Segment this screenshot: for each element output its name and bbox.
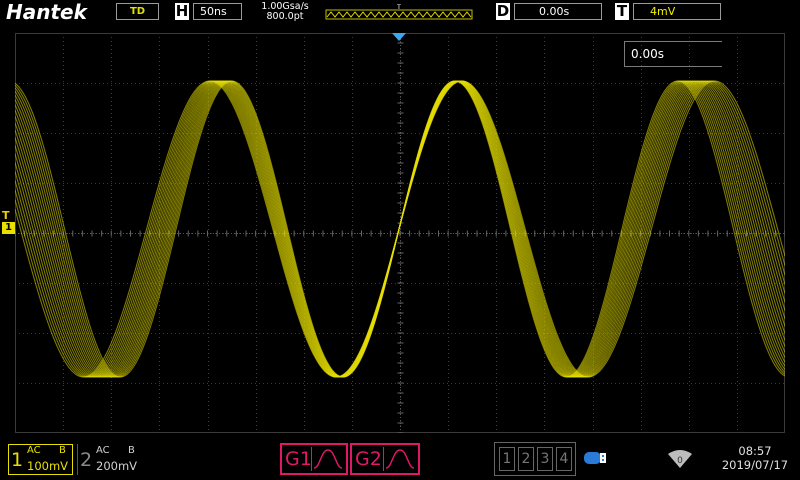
ch1-bandwidth-limit: B [59,445,66,456]
generator-1-button[interactable]: G1 [280,443,348,475]
wifi-count: 0 [677,456,683,466]
delay-key: D [496,2,510,20]
ch2-bandwidth-limit: B [128,445,135,456]
ch1-volts-div: 100mV [27,459,69,473]
generator-1-label: G1 [285,448,312,470]
horizontal-key: H [175,2,189,20]
clock-time: 08:57 [738,444,772,458]
ch1-coupling: AC [27,445,41,456]
channel-2-button[interactable]: 2 [518,447,534,471]
waveform-display[interactable] [15,33,785,433]
trigger-level-value[interactable]: 4mV [633,3,721,20]
ch2-coupling: AC [96,445,110,456]
generator-2-button[interactable]: G2 [350,443,420,475]
ch2-number: 2 [80,449,93,471]
timebase-value[interactable]: 50ns [193,3,242,20]
trigger-position-marker: T [396,4,401,11]
acquisition-info: 1.00Gsa/s 800.0pt [254,2,316,22]
trigger-level-marker[interactable]: T 1 [2,209,15,234]
ch1-number: 1 [11,449,24,471]
wifi-icon: 0 [668,450,692,468]
memory-position-bar[interactable]: T [322,4,474,20]
usb-icon [584,452,606,464]
ch1-offset-label: 1 [5,222,12,233]
delay-value[interactable]: 0.00s [514,3,602,20]
brand-logo: Hantek [6,0,87,24]
clock: 08:57 2019/07/17 [712,444,798,472]
generator-2-label: G2 [355,448,382,470]
ch2-volts-div: 200mV [96,459,138,473]
sine-wave-icon [311,447,343,471]
mode-indicator[interactable]: TD [116,3,159,20]
clock-date: 2019/07/17 [721,458,789,472]
trigger-level-letter: T [2,209,10,222]
trigger-key: T [615,2,629,20]
sine-wave-icon [383,447,415,471]
channel-select-group: 1 2 3 4 [494,442,576,476]
cursor-readout: 0.00s [624,41,722,67]
channel-1-button[interactable]: 1 [499,447,515,471]
trigger-position-icon[interactable] [391,32,407,42]
channel-4-button[interactable]: 4 [556,447,572,471]
memory-depth: 800.0pt [266,11,304,22]
channel-3-button[interactable]: 3 [537,447,553,471]
ch1-offset-marker[interactable]: 1 [2,222,15,234]
